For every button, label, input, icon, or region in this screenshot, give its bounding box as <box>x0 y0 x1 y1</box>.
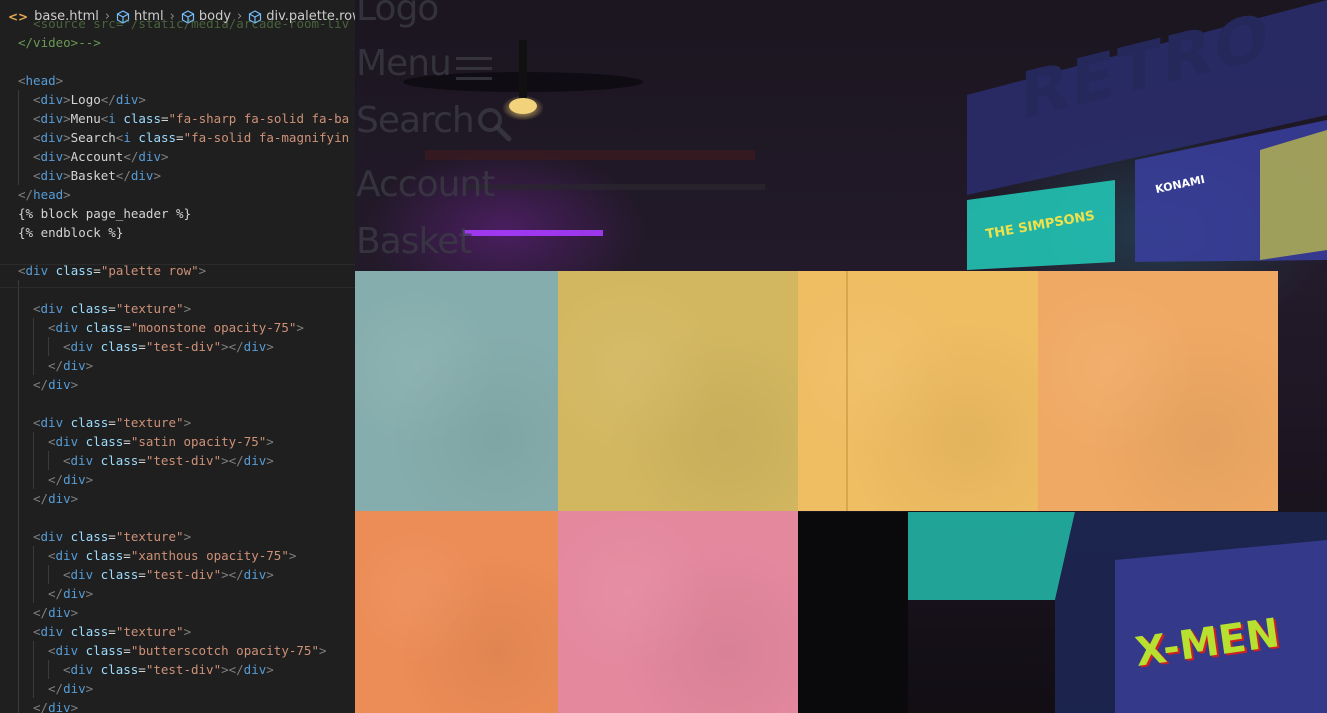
code-line: </div> <box>18 679 355 698</box>
code-line: <div class="moonstone opacity-75"> <box>18 318 355 337</box>
code-line: <div class="butterscotch opacity-75"> <box>18 641 355 660</box>
code-line: <div class="texture"> <box>18 299 355 318</box>
active-line-highlight <box>0 264 355 288</box>
browser-viewport[interactable]: RETRO THE SIMPSONS KONAMI X-MEN Logo Men… <box>355 0 1327 713</box>
code-line: <div class="xanthous opacity-75"> <box>18 546 355 565</box>
code-line: </div> <box>18 356 355 375</box>
code-line: {% block page_header %} <box>18 206 192 221</box>
code-line: <div>Search<i class="fa-solid fa-magnify… <box>18 128 355 147</box>
code-line: </head> <box>18 187 71 202</box>
bars-icon <box>456 57 492 81</box>
code-line: </div> <box>18 698 355 713</box>
code-editor[interactable]: <> base.html › html › body › div.palette… <box>0 0 355 713</box>
code-line: </div> <box>18 489 355 508</box>
code-line: <div>Account</div> <box>18 147 355 166</box>
nav-basket[interactable]: Basket <box>356 221 472 262</box>
code-line: </video>--> <box>18 35 101 50</box>
code-line: <div class="test-div"></div> <box>18 337 355 356</box>
code-line: </div> <box>18 584 355 603</box>
code-line: <div class="test-div"></div> <box>18 451 355 470</box>
magnifying-glass-icon <box>478 108 512 142</box>
palette-tile-orange <box>355 511 558 713</box>
code-line: <div class="texture"> <box>18 413 355 432</box>
palette-tile-satin <box>558 271 798 511</box>
code-line: <div>Basket</div> <box>18 166 355 185</box>
code-line: <div class="test-div"></div> <box>18 660 355 679</box>
nav-menu[interactable]: Menu <box>356 43 492 84</box>
palette-tile-pink <box>558 511 798 713</box>
nav-account[interactable]: Account <box>356 164 495 205</box>
palette-tile-butterscotch <box>1038 271 1278 511</box>
code-line: {% endblock %} <box>18 225 124 240</box>
nav-search[interactable]: Search <box>356 100 512 142</box>
code-line: </div> <box>18 470 355 489</box>
code-line: <div>Menu<i class="fa-sharp fa-solid fa-… <box>18 109 355 128</box>
code-line: <div class="texture"> <box>18 527 355 546</box>
palette-tile-xanthous <box>798 271 1038 511</box>
code-line: </div> <box>18 603 355 622</box>
code-line: <div class="texture"> <box>18 622 355 641</box>
palette-tile-moonstone <box>355 271 558 511</box>
code-line: </div> <box>18 375 355 394</box>
code-line <box>0 394 355 413</box>
code-line <box>0 508 355 527</box>
code-line: <div class="test-div"></div> <box>18 565 355 584</box>
code-line: <head> <box>18 73 64 88</box>
nav-logo[interactable]: Logo <box>356 0 439 29</box>
code-line: <div class="satin opacity-75"> <box>18 432 355 451</box>
code-area[interactable]: <source src="/static/media/arcade-room-l… <box>0 14 355 713</box>
code-line: <div>Logo</div> <box>18 90 355 109</box>
code-line: <source src="/static/media/arcade-room-l… <box>18 16 350 31</box>
